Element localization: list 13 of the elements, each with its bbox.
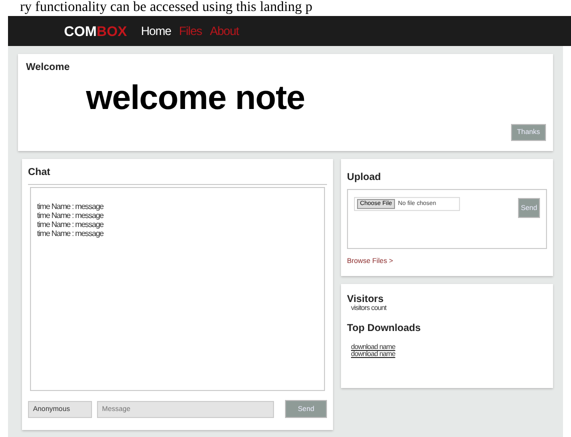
chat-message: time Name : message — [37, 220, 104, 229]
card-title: Top Downloads — [347, 323, 422, 334]
welcome-note: welcome note — [86, 79, 306, 118]
card-title: Upload — [347, 172, 381, 183]
card-title: Visitors — [347, 294, 384, 305]
logo[interactable]: COMBOX — [64, 23, 128, 39]
nav-link[interactable]: Home — [141, 24, 172, 38]
chat-message: time Name : message — [37, 229, 104, 238]
caption-text: ry functionality can be accessed using this landing p — [19, 0, 314, 16]
chat-message: time Name : message — [37, 202, 104, 211]
chat-message: time Name : message — [37, 211, 104, 220]
card-title: Chat — [28, 167, 327, 185]
card-title: Welcome — [26, 62, 71, 73]
